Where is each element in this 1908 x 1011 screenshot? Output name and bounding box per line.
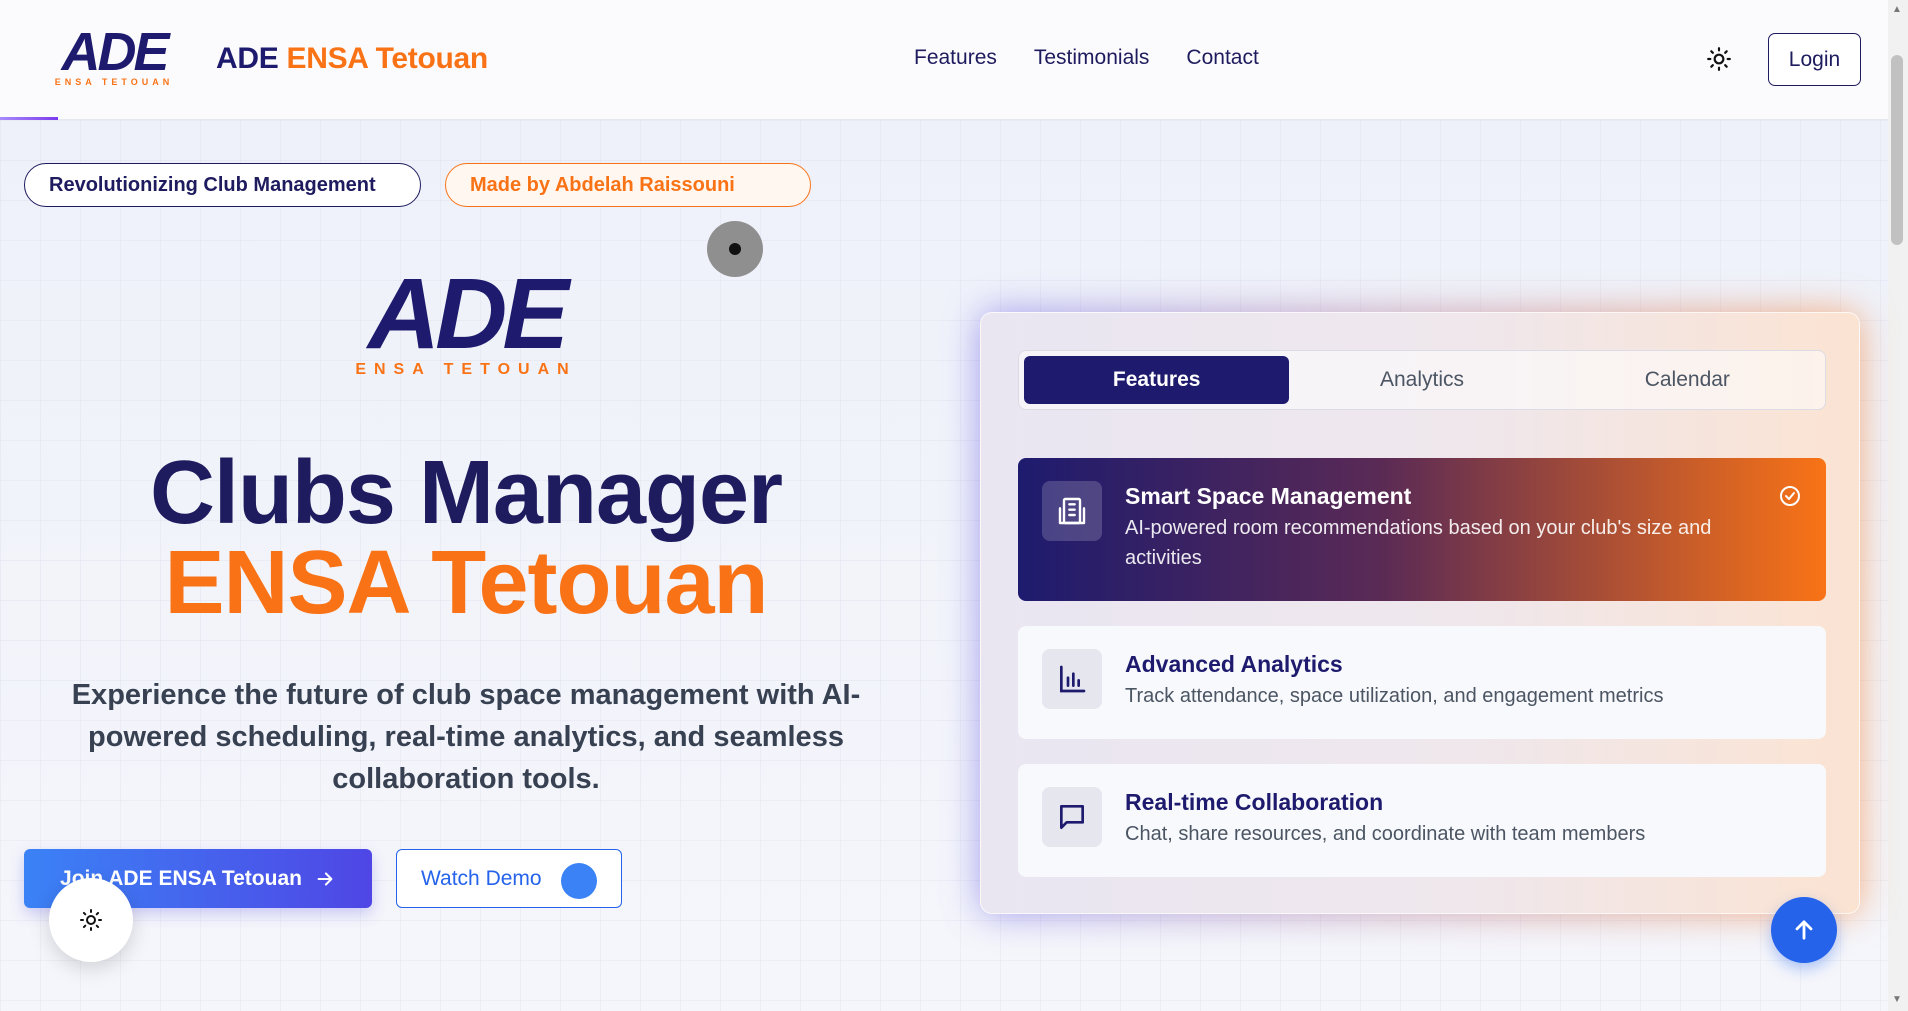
feature-item-smart-space[interactable]: Smart Space Management AI-powered room r… bbox=[1018, 458, 1826, 601]
badge-author: Made by Abdelah Raissouni bbox=[445, 163, 811, 207]
tab-features[interactable]: Features bbox=[1024, 356, 1290, 404]
feature-item-collaboration[interactable]: Real-time Collaboration Chat, share reso… bbox=[1018, 764, 1826, 877]
brand[interactable]: ADE ENSA TETOUAN ADE ENSA Tetouan bbox=[28, 30, 488, 88]
main-nav: Features Testimonials Contact bbox=[914, 46, 1259, 70]
login-button[interactable]: Login bbox=[1768, 33, 1861, 86]
floating-theme-toggle[interactable] bbox=[49, 878, 133, 962]
card-tabs: Features Analytics Calendar bbox=[1018, 350, 1826, 410]
feature-item-analytics[interactable]: Advanced Analytics Track attendance, spa… bbox=[1018, 626, 1826, 739]
nav-contact[interactable]: Contact bbox=[1186, 46, 1258, 70]
scroll-up-arrow-icon[interactable]: ▲ bbox=[1892, 4, 1902, 15]
feature-description: Track attendance, space utilization, and… bbox=[1125, 685, 1664, 707]
hero-description: Experience the future of club space mana… bbox=[71, 679, 861, 795]
arrow-up-icon bbox=[1795, 920, 1813, 940]
watch-demo-button[interactable]: Watch Demo bbox=[396, 849, 622, 908]
feature-title: Real-time Collaboration bbox=[1125, 789, 1384, 815]
hero-ade-logo: ADE ENSA TETOUAN bbox=[355, 270, 577, 378]
bar-chart-icon bbox=[1042, 649, 1102, 709]
svg-text:ADE: ADE bbox=[59, 30, 171, 82]
feature-title: Smart Space Management bbox=[1125, 483, 1412, 509]
feature-title: Advanced Analytics bbox=[1125, 651, 1343, 677]
ade-logo: ADE ENSA TETOUAN bbox=[55, 30, 175, 87]
nav-features[interactable]: Features bbox=[914, 46, 997, 70]
arrow-right-icon bbox=[317, 871, 333, 886]
top-navbar: ADE ENSA TETOUAN ADE ENSA Tetouan Featur… bbox=[0, 0, 1888, 120]
scroll-down-arrow-icon[interactable]: ▼ bbox=[1892, 994, 1902, 1005]
scrollbar-thumb[interactable] bbox=[1891, 55, 1903, 245]
play-icon bbox=[561, 863, 597, 899]
feature-description: Chat, share resources, and coordinate wi… bbox=[1125, 823, 1646, 845]
hero-title-line1: Clubs Manager bbox=[149, 443, 783, 543]
svg-text:ENSA TETOUAN: ENSA TETOUAN bbox=[355, 361, 576, 378]
sun-icon bbox=[80, 909, 102, 931]
building-icon bbox=[1042, 481, 1102, 541]
badge-revolutionizing: Revolutionizing Club Management bbox=[24, 163, 421, 207]
brand-name: ADE ENSA Tetouan bbox=[216, 42, 488, 75]
svg-text:ADE: ADE bbox=[365, 270, 572, 370]
sun-icon[interactable] bbox=[1706, 46, 1732, 72]
chat-icon bbox=[1042, 787, 1102, 847]
scroll-progress-bar bbox=[0, 117, 58, 120]
watch-demo-label: Watch Demo bbox=[421, 866, 542, 890]
check-circle-icon bbox=[1780, 486, 1800, 506]
svg-text:ENSA TETOUAN: ENSA TETOUAN bbox=[55, 77, 174, 87]
tab-analytics[interactable]: Analytics bbox=[1289, 356, 1554, 404]
mouse-cursor-indicator bbox=[707, 221, 763, 277]
feature-description: AI-powered room recommendations based on… bbox=[1125, 517, 1712, 569]
hero-title-line2: ENSA Tetouan bbox=[164, 533, 768, 633]
tab-calendar[interactable]: Calendar bbox=[1555, 356, 1820, 404]
nav-testimonials[interactable]: Testimonials bbox=[1034, 46, 1150, 70]
scroll-to-top-button[interactable] bbox=[1771, 897, 1837, 963]
feature-showcase-card: Features Analytics Calendar Smart Space … bbox=[980, 312, 1860, 914]
